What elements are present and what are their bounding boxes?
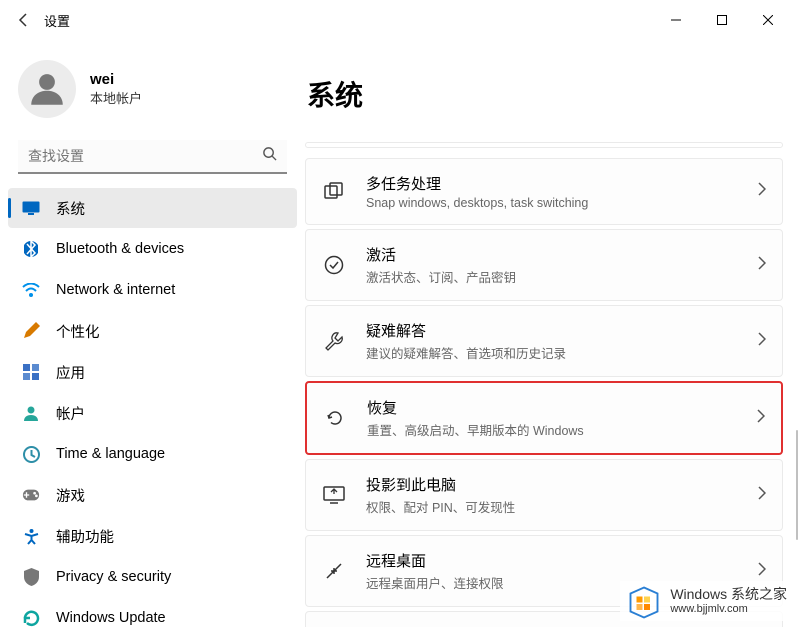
settings-card-recovery[interactable]: 恢复 重置、高级启动、早期版本的 Windows <box>305 381 783 455</box>
sidebar-item-wifi[interactable]: Network & internet <box>8 270 297 310</box>
card-title: 投影到此电脑 <box>366 474 738 495</box>
search-icon <box>262 146 277 166</box>
troubleshoot-icon <box>322 329 346 353</box>
card-subtitle: Snap windows, desktops, task switching <box>366 196 738 210</box>
chevron-right-icon <box>758 486 766 505</box>
sidebar-item-label: Network & internet <box>56 282 175 298</box>
card-subtitle: 权限、配对 PIN、可发现性 <box>366 497 738 516</box>
maximize-button[interactable] <box>699 4 745 36</box>
wifi-icon <box>22 281 40 299</box>
main-content: 系统 多任务处理 Snap windows, desktops, task sw… <box>305 40 799 627</box>
profile-name: wei <box>90 71 142 88</box>
chevron-right-icon <box>758 332 766 351</box>
card-title: 恢复 <box>367 397 737 418</box>
projecting-icon <box>322 483 346 507</box>
windows-logo-icon <box>626 583 662 619</box>
search-box[interactable] <box>18 140 287 174</box>
chevron-right-icon <box>758 562 766 581</box>
sidebar-item-label: Time & language <box>56 446 165 462</box>
sidebar-item-system[interactable]: 系统 <box>8 188 297 228</box>
settings-card-activation[interactable]: 激活 激活状态、订阅、产品密钥 <box>305 229 783 301</box>
sidebar-item-label: 帐户 <box>56 403 85 424</box>
remote-icon <box>322 559 346 583</box>
time-icon <box>22 445 40 463</box>
card-subtitle: 建议的疑难解答、首选项和历史记录 <box>366 343 738 362</box>
card-title: 多任务处理 <box>366 173 738 194</box>
card-subtitle: 重置、高级启动、早期版本的 Windows <box>367 420 737 439</box>
sidebar-item-label: 系统 <box>56 198 85 219</box>
watermark: Windows 系统之家 www.bjjmlv.com <box>620 581 793 621</box>
sidebar: wei 本地帐户 系统 Bluetooth & devices Network & … <box>0 40 305 627</box>
chevron-right-icon <box>758 256 766 275</box>
sidebar-item-update[interactable]: Windows Update <box>8 598 297 627</box>
sidebar-item-label: Windows Update <box>56 610 166 626</box>
card-title: 疑难解答 <box>366 320 738 341</box>
chevron-right-icon <box>758 182 766 201</box>
sidebar-item-label: 辅助功能 <box>56 526 114 547</box>
multitask-icon <box>322 180 346 204</box>
settings-card-multitask[interactable]: 多任务处理 Snap windows, desktops, task switc… <box>305 158 783 225</box>
privacy-icon <box>22 568 40 586</box>
search-input[interactable] <box>28 148 262 164</box>
chevron-right-icon <box>757 409 765 428</box>
settings-card-troubleshoot[interactable]: 疑难解答 建议的疑难解答、首选项和历史记录 <box>305 305 783 377</box>
sidebar-item-personalize[interactable]: 个性化 <box>8 311 297 351</box>
recovery-icon <box>323 406 347 430</box>
sidebar-item-label: Privacy & security <box>56 569 171 585</box>
scrollbar-thumb[interactable] <box>796 430 798 540</box>
card-subtitle: 激活状态、订阅、产品密钥 <box>366 267 738 286</box>
sidebar-item-accessibility[interactable]: 辅助功能 <box>8 516 297 556</box>
accounts-icon <box>22 404 40 422</box>
apps-icon <box>22 363 40 381</box>
watermark-title: Windows 系统之家 <box>670 586 787 603</box>
settings-card-projecting[interactable]: 投影到此电脑 权限、配对 PIN、可发现性 <box>305 459 783 531</box>
avatar <box>18 60 76 118</box>
sidebar-item-bluetooth[interactable]: Bluetooth & devices <box>8 229 297 269</box>
watermark-url: www.bjjmlv.com <box>670 603 787 616</box>
card-partial-top <box>305 142 783 148</box>
minimize-button[interactable] <box>653 4 699 36</box>
profile-sub: 本地帐户 <box>90 88 142 107</box>
sidebar-item-time[interactable]: Time & language <box>8 434 297 474</box>
personalize-icon <box>22 322 40 340</box>
back-button[interactable] <box>8 4 40 36</box>
sidebar-item-label: Bluetooth & devices <box>56 241 184 257</box>
page-heading: 系统 <box>307 74 783 114</box>
close-button[interactable] <box>745 4 791 36</box>
sidebar-item-gaming[interactable]: 游戏 <box>8 475 297 515</box>
window-title: 设置 <box>44 11 70 30</box>
sidebar-item-privacy[interactable]: Privacy & security <box>8 557 297 597</box>
sidebar-item-accounts[interactable]: 帐户 <box>8 393 297 433</box>
profile-section[interactable]: wei 本地帐户 <box>4 48 301 136</box>
accessibility-icon <box>22 527 40 545</box>
sidebar-item-label: 游戏 <box>56 485 85 506</box>
sidebar-item-label: 个性化 <box>56 321 100 342</box>
update-icon <box>22 609 40 627</box>
sidebar-item-apps[interactable]: 应用 <box>8 352 297 392</box>
gaming-icon <box>22 486 40 504</box>
system-icon <box>22 199 40 217</box>
card-title: 激活 <box>366 244 738 265</box>
card-title: 远程桌面 <box>366 550 738 571</box>
bluetooth-icon <box>22 240 40 258</box>
sidebar-item-label: 应用 <box>56 362 85 383</box>
activation-icon <box>322 253 346 277</box>
